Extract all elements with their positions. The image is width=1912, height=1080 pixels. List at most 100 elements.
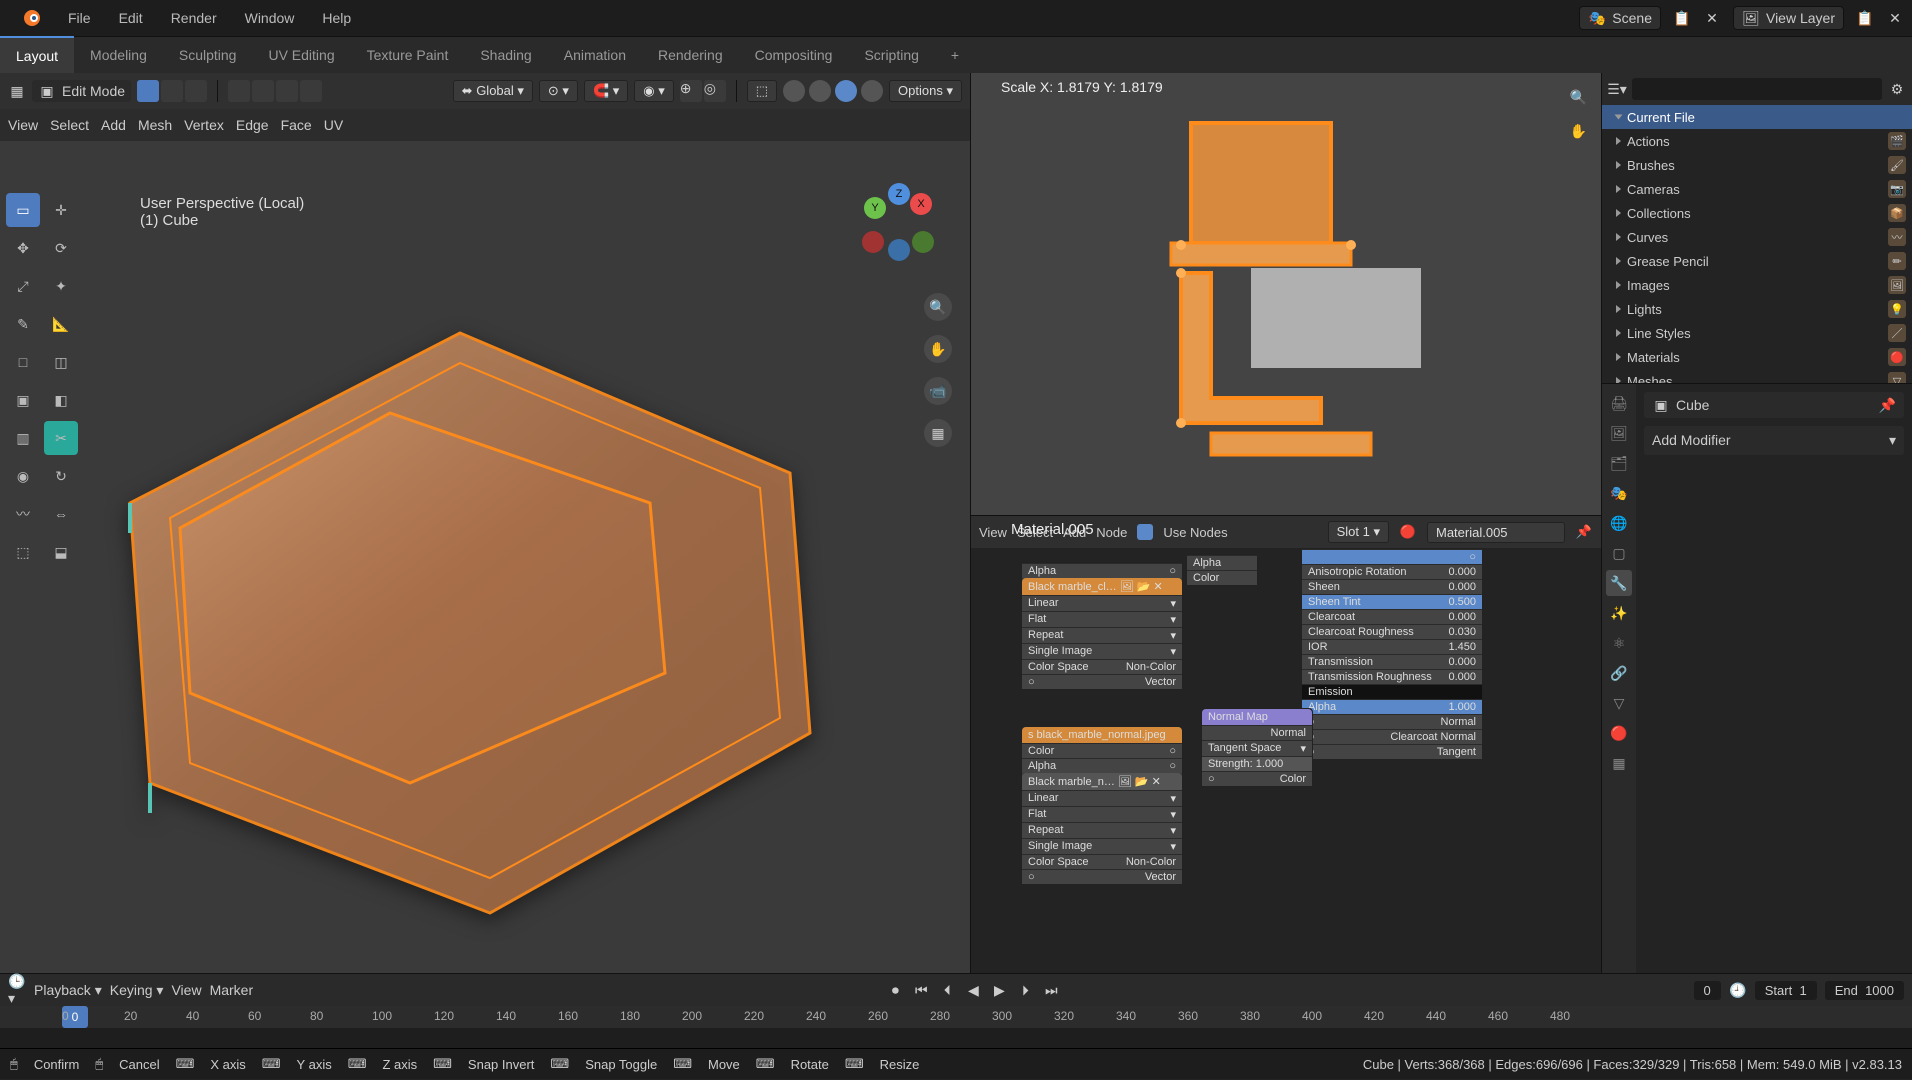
face-select-icon[interactable] (185, 80, 207, 102)
tool-inset[interactable]: ▣ (6, 383, 40, 417)
menu-file[interactable]: File (54, 10, 105, 26)
clock-icon[interactable]: 🕘 (1729, 981, 1747, 999)
overlay-toggle-icon[interactable]: ◎ (704, 80, 726, 102)
outliner-item-materials[interactable]: Materials🔴 (1602, 345, 1912, 369)
add-modifier-button[interactable]: Add Modifier▾ (1644, 426, 1904, 455)
tool-scale[interactable]: ⤢ (6, 269, 40, 303)
tool-measure[interactable]: 📐 (44, 307, 78, 341)
tab-scene-icon[interactable]: 🎭 (1606, 480, 1632, 506)
tool-spin[interactable]: ↻ (44, 459, 78, 493)
orientation-selector[interactable]: ⬌ Global ▾ (453, 80, 533, 102)
zoom-icon[interactable]: 🔍 (924, 293, 952, 321)
viewport-menu-vertex[interactable]: Vertex (184, 117, 224, 133)
tab-viewlayer-icon[interactable]: 🗂 (1606, 450, 1632, 476)
pan-icon[interactable]: ✋ (1570, 123, 1587, 140)
menu-window[interactable]: Window (231, 10, 309, 26)
edge-select-icon[interactable] (161, 80, 183, 102)
viewlayer-selector[interactable]: 🖼 View Layer (1733, 6, 1844, 30)
use-nodes-checkbox[interactable] (1137, 524, 1153, 540)
autokey-icon[interactable]: ⏺ (886, 981, 904, 999)
outliner-item-images[interactable]: Images🖼 (1602, 273, 1912, 297)
pin-icon[interactable]: 📌 (1575, 523, 1593, 541)
tool-loopcut[interactable]: ▥ (6, 421, 40, 455)
tab-world-icon[interactable]: 🌐 (1606, 510, 1632, 536)
tool-rip[interactable]: ⬓ (44, 535, 78, 569)
viewport-menu-face[interactable]: Face (281, 117, 312, 133)
tab-modifier-icon[interactable]: 🔧 (1606, 570, 1632, 596)
menu-edit[interactable]: Edit (105, 10, 157, 26)
tab-render-icon[interactable]: 🖨 (1606, 390, 1632, 416)
camera-view-icon[interactable]: 📹 (924, 377, 952, 405)
scene-delete-icon[interactable]: ✕ (1703, 9, 1721, 27)
tool-bevel[interactable]: ◧ (44, 383, 78, 417)
tool-polybuild[interactable]: ◉ (6, 459, 40, 493)
select-subtract-icon[interactable] (276, 80, 298, 102)
tool-shrink[interactable]: ⬚ (6, 535, 40, 569)
tool-cursor[interactable]: ✛ (44, 193, 78, 227)
tool-select-box[interactable]: ▭ (6, 193, 40, 227)
shading-matpreview-icon[interactable] (835, 80, 857, 102)
xray-toggle[interactable]: ⬚ (747, 80, 777, 102)
node-normal-map[interactable]: Normal Map Normal Tangent Space▾ Strengt… (1201, 708, 1313, 787)
proportional-edit-toggle[interactable]: ◉ ▾ (634, 80, 673, 102)
tab-shading[interactable]: Shading (464, 37, 547, 73)
tab-rendering[interactable]: Rendering (642, 37, 739, 73)
start-frame[interactable]: Start 1 (1755, 981, 1817, 1000)
tool-rotate[interactable]: ⟳ (44, 231, 78, 265)
tab-particles-icon[interactable]: ✨ (1606, 600, 1632, 626)
play-reverse-icon[interactable]: ◀ (964, 981, 982, 999)
mode-selector[interactable]: ▣ Edit Mode (32, 80, 131, 102)
tool-annotate[interactable]: ✎ (6, 307, 40, 341)
vertex-select-icon[interactable] (137, 80, 159, 102)
tab-texture-icon[interactable]: ▦ (1606, 750, 1632, 776)
outliner-item-grease-pencil[interactable]: Grease Pencil✏ (1602, 249, 1912, 273)
tab-physics-icon[interactable]: ⚛ (1606, 630, 1632, 656)
node-image-texture-normal[interactable]: s black_marble_normal.jpeg Color○ Alpha○… (1021, 726, 1183, 885)
select-mode-buttons[interactable] (228, 80, 322, 102)
pivot-selector[interactable]: ⊙ ▾ (539, 80, 578, 102)
axis-z-icon[interactable]: Z (888, 183, 910, 205)
filter-icon[interactable]: ⚙ (1888, 80, 1906, 98)
outliner-item-meshes[interactable]: Meshes▽ (1602, 369, 1912, 384)
current-frame[interactable]: 0 (1694, 981, 1721, 1000)
menu-render[interactable]: Render (157, 10, 231, 26)
tab-layout[interactable]: Layout (0, 36, 74, 74)
viewport-shading[interactable] (783, 80, 883, 102)
tab-compositing[interactable]: Compositing (739, 37, 849, 73)
viewport-menu-edge[interactable]: Edge (236, 117, 269, 133)
outliner-item-curves[interactable]: Curves〰 (1602, 225, 1912, 249)
keyframe-prev-icon[interactable]: ⏴ (938, 981, 956, 999)
tool-addcube[interactable]: □ (6, 345, 40, 379)
tab-mesh-icon[interactable]: ▽ (1606, 690, 1632, 716)
shader-editor[interactable]: View Select Add Node Use Nodes Slot 1 ▾ … (971, 516, 1601, 548)
active-object-name[interactable]: ▣ Cube 📌 (1644, 392, 1904, 418)
tab-material-icon[interactable]: 🔴 (1606, 720, 1632, 746)
tab-constraints-icon[interactable]: 🔗 (1606, 660, 1632, 686)
jump-start-icon[interactable]: ⏮ (912, 981, 930, 999)
scene-selector[interactable]: 🎭 Scene (1579, 6, 1661, 30)
axis-y-icon[interactable]: Y (864, 197, 886, 219)
perspective-toggle-icon[interactable]: ▦ (924, 419, 952, 447)
tab-animation[interactable]: Animation (548, 37, 642, 73)
gizmo-toggle-icon[interactable]: ⊕ (680, 80, 702, 102)
select-new-icon[interactable] (228, 80, 250, 102)
mesh-select-mode[interactable] (137, 80, 207, 102)
pan-icon[interactable]: ✋ (924, 335, 952, 363)
zoom-icon[interactable]: 🔍 (1570, 89, 1587, 106)
outliner-root[interactable]: Current File (1602, 105, 1912, 129)
tool-transform[interactable]: ✦ (44, 269, 78, 303)
tool-edgeslide[interactable]: ⇔ (44, 497, 78, 531)
viewport-menu-view[interactable]: View (8, 117, 38, 133)
timeline-playback[interactable]: Playback ▾ (34, 982, 102, 999)
viewport-3d-main[interactable]: ▦ ▣ Edit Mode ⬌ Global ▾ ⊙ ▾ 🧲 ▾ ◉ ▾ (0, 73, 970, 973)
pin-icon[interactable]: 📌 (1879, 397, 1896, 414)
end-frame[interactable]: End 1000 (1825, 981, 1904, 1000)
viewport-menu-mesh[interactable]: Mesh (138, 117, 172, 133)
outliner-type-icon[interactable]: ☰▾ (1608, 80, 1626, 98)
tab-texturepaint[interactable]: Texture Paint (351, 37, 465, 73)
viewlayer-delete-icon[interactable]: ✕ (1886, 9, 1904, 27)
timeline-view[interactable]: View (171, 982, 201, 998)
outliner-item-cameras[interactable]: Cameras📷 (1602, 177, 1912, 201)
tab-uvediting[interactable]: UV Editing (252, 37, 350, 73)
outliner-item-collections[interactable]: Collections📦 (1602, 201, 1912, 225)
